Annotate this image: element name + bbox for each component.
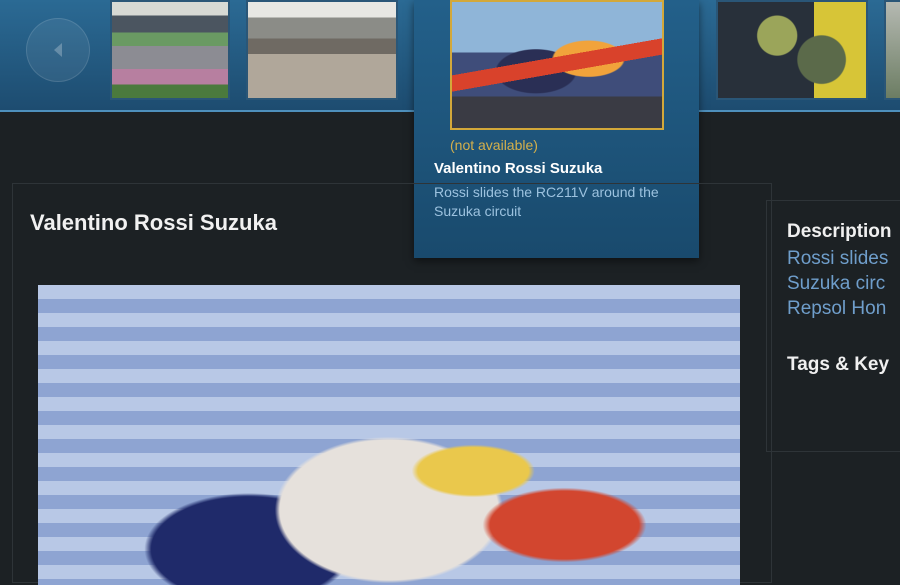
description-line: Rossi slides bbox=[787, 248, 889, 269]
main-image[interactable] bbox=[38, 285, 740, 585]
description-heading: Description bbox=[787, 221, 892, 242]
card-title: Valentino Rossi Suzuka bbox=[434, 160, 603, 177]
description-line: Repsol Hon bbox=[787, 298, 887, 319]
thumbnail-crowd[interactable] bbox=[716, 0, 868, 100]
page-title: Valentino Rossi Suzuka bbox=[30, 210, 277, 235]
availability-status: (not available) bbox=[450, 137, 538, 153]
thumbnail-racetrack[interactable] bbox=[110, 0, 230, 100]
thumbnail-landscape[interactable] bbox=[246, 0, 398, 100]
previous-button[interactable] bbox=[26, 18, 90, 82]
tags-heading: Tags & Key bbox=[787, 354, 890, 375]
active-thumbnail-image[interactable] bbox=[450, 0, 664, 130]
chevron-left-icon bbox=[54, 43, 62, 57]
description-line: Suzuka circ bbox=[787, 273, 886, 294]
description-text: Rossi slides Suzuka circ Repsol Hon bbox=[787, 246, 900, 321]
thumbnail-partial[interactable] bbox=[884, 0, 900, 100]
